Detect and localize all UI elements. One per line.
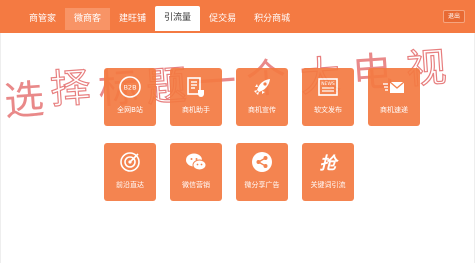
- tile-label: 前沿直达: [116, 181, 144, 189]
- tile-label: 全网B站: [117, 106, 143, 114]
- tile-ruanwen-fabu[interactable]: NEWS 软文发布: [302, 68, 354, 126]
- tab-shangguanjia[interactable]: 商管家: [20, 8, 65, 30]
- tab-weishangke[interactable]: 微商客: [65, 8, 111, 30]
- target-icon: [120, 152, 140, 172]
- tile-quanwang-b2b[interactable]: B2B 全网B站: [104, 68, 156, 126]
- tile-shangji-sudi[interactable]: 商机速递: [368, 68, 420, 126]
- tab-cujiaoyi[interactable]: 促交易: [200, 8, 245, 30]
- tile-label: 商机速递: [380, 106, 408, 114]
- tab-yinliuliang[interactable]: 引流量: [155, 6, 201, 31]
- exit-button[interactable]: 退出: [443, 10, 465, 23]
- tile-weifenxiang-guanggao[interactable]: 微分享广告: [236, 143, 288, 201]
- fast-mail-icon: [383, 81, 405, 93]
- tile-label: 商机宣传: [248, 106, 276, 114]
- tile-label: 微分享广告: [244, 181, 280, 189]
- grab-hand-icon: 抢: [320, 154, 340, 174]
- svg-text:抢: 抢: [320, 154, 340, 174]
- tile-guanjianci-yinliu[interactable]: 抢 关键词引流: [302, 143, 354, 201]
- document-coffee-icon: [187, 77, 204, 97]
- b2b-globe-icon: B2B: [119, 76, 141, 98]
- svg-text:NEWS: NEWS: [321, 81, 335, 87]
- tile-shangji-zhushou[interactable]: 商机助手: [170, 68, 222, 126]
- tab-jianwangpu[interactable]: 建旺铺: [110, 8, 155, 30]
- newspaper-icon: NEWS: [318, 78, 338, 96]
- wechat-icon: [186, 153, 207, 171]
- tab-jifenshangcheng[interactable]: 积分商城: [245, 8, 299, 30]
- tile-label: 商机助手: [182, 106, 210, 114]
- tile-shangji-xuanchuan[interactable]: 商机宣传: [236, 68, 288, 126]
- tile-label: 微信营销: [182, 181, 210, 189]
- tile-qianyan-zhida[interactable]: 前沿直达: [104, 143, 156, 201]
- tile-weixin-yingxiao[interactable]: 微信营销: [170, 143, 222, 201]
- tile-label: 关键词引流: [310, 181, 346, 189]
- svg-text:B2B: B2B: [123, 84, 136, 92]
- tile-label: 软文发布: [314, 106, 342, 114]
- share-icon: [252, 152, 272, 172]
- main-tabs: 商管家 微商客 建旺铺 引流量 促交易 积分商城: [20, 6, 299, 33]
- top-navigation-bar: 商管家 微商客 建旺铺 引流量 促交易 积分商城 退出: [0, 0, 475, 33]
- rocket-icon: [254, 79, 270, 95]
